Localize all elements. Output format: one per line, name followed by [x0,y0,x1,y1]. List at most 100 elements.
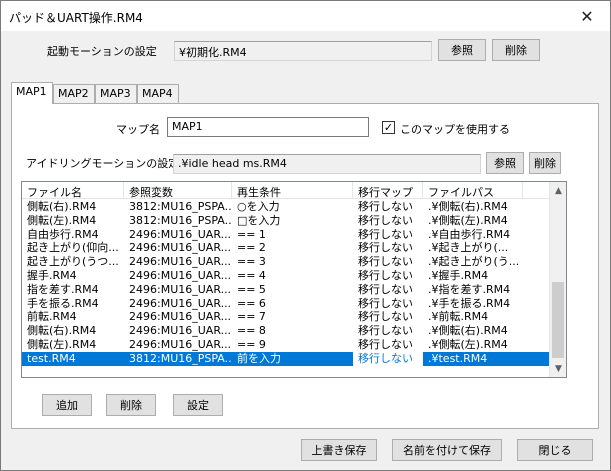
cell-filename: 指を差す.RM4 [27,282,99,296]
list-rows: 側転(右).RM4 3812:MU16_PSPA... ○を入力 移行しない .¥側転(… [22,200,549,366]
window-title: パッド＆UART操作.RM4 [9,11,143,25]
cell-target-map: 移行しない [358,337,413,351]
column-header-filename[interactable]: ファイル名 [22,182,124,199]
cell-filename: 側転(右).RM4 [27,324,97,338]
tab-map4[interactable]: MAP4 [137,84,179,103]
use-map-checkbox[interactable]: ✓ [382,121,395,134]
cell-filepath: .¥側転(右).RM4 [428,324,508,338]
chevron-up-icon: ▲ [555,185,562,196]
cell-variable: 2496:MU16_UAR... [129,282,232,296]
table-row[interactable]: 側転(右).RM4 2496:MU16_UAR... == 8 移行しない .¥側転(右… [22,324,549,338]
table-row[interactable]: 起き上がり(仰向... 2496:MU16_UAR... == 2 移行しない .¥起き… [22,241,549,255]
motion-list[interactable]: ファイル名 参照変数 再生条件 移行マップ ファイルパス 側転(右).RM4 38… [21,181,567,378]
settings-button[interactable]: 設定 [173,394,223,416]
cell-filepath: .¥側転(左).RM4 [428,213,508,227]
cell-filename: 握手.RM4 [27,268,77,282]
cell-target-map: 移行しない [358,227,413,241]
cell-variable: 2496:MU16_UAR... [129,324,232,338]
table-row[interactable]: 手を振る.RM4 2496:MU16_UAR... == 6 移行しない .¥手を振る.… [22,297,549,311]
tab-map3[interactable]: MAP3 [95,84,137,103]
cell-variable: 2496:MU16_UAR... [129,255,232,269]
cell-target-map: 移行しない [358,255,413,269]
cell-filepath: .¥指を差す.RM4 [428,282,511,296]
cell-condition: == 1 [237,227,266,241]
table-row[interactable]: 前転.RM4 2496:MU16_UAR... == 7 移行しない .¥前転.RM4 [22,310,549,324]
cell-condition: == 5 [237,282,266,296]
save-as-button[interactable]: 名前を付けて保存 [392,439,502,461]
column-header-variable[interactable]: 参照変数 [124,182,232,199]
cell-filename: 手を振る.RM4 [27,296,99,310]
idling-browse-button[interactable]: 参照 [486,152,524,174]
cell-target-map: 移行しない [353,351,423,366]
cell-filepath: .¥起き上がり(... [428,241,509,255]
cell-variable: 3812:MU16_PSPA... [129,200,232,213]
cell-filepath: .¥起き上がり(う... [428,255,520,269]
cell-variable: 2496:MU16_UAR... [129,227,232,241]
cell-variable: 2496:MU16_UAR... [129,296,232,310]
table-row[interactable]: 側転(左).RM4 3812:MU16_PSPA... □を入力 移行しない .¥側転(… [22,214,549,228]
cell-variable: 3812:MU16_PSPA... [129,213,232,227]
cell-filename: 側転(左).RM4 [27,213,97,227]
dialog-window: パッド＆UART操作.RM4 ✕ 起動モーションの設定 ¥初期化.RM4 参照 … [0,0,611,471]
tab-map1[interactable]: MAP1 [11,82,53,104]
cell-condition: == 7 [237,310,266,324]
idling-motion-label: アイドリングモーションの設定 [26,157,180,170]
cell-filename: 自由歩行.RM4 [27,227,99,241]
cell-variable: 2496:MU16_UAR... [129,268,232,282]
cell-variable: 2496:MU16_UAR... [129,241,232,255]
cell-filename: 側転(左).RM4 [27,337,97,351]
chevron-down-icon: ▼ [555,363,562,374]
table-row[interactable]: 側転(右).RM4 3812:MU16_PSPA... ○を入力 移行しない .¥側転(… [22,200,549,214]
cell-condition: == 9 [237,337,266,351]
cell-filepath: .¥握手.RM4 [428,268,489,282]
list-header: ファイル名 参照変数 再生条件 移行マップ ファイルパス [22,182,549,199]
startup-motion-field: ¥初期化.RM4 [174,41,432,61]
startup-motion-label: 起動モーションの設定 [47,45,157,58]
tab-map2[interactable]: MAP2 [53,84,95,103]
table-row-selected[interactable]: test.RM4 3812:MU16_PSPA... 前を入力 移行しない .¥test… [22,351,549,366]
close-window-button[interactable]: ✕ [564,1,610,31]
idling-motion-field: .¥idle head ms.RM4 [173,154,481,174]
scrollbar-thumb[interactable] [552,282,564,358]
cell-filepath: .¥自由歩行.RM4 [428,227,511,241]
cell-condition: == 8 [237,324,266,338]
column-header-condition[interactable]: 再生条件 [232,182,353,199]
cell-filename: 前転.RM4 [27,310,77,324]
delete-button[interactable]: 削除 [106,394,156,416]
table-row[interactable]: 側転(左).RM4 2496:MU16_UAR... == 9 移行しない .¥側転(左… [22,338,549,352]
startup-browse-button[interactable]: 参照 [438,39,486,61]
table-row[interactable]: 指を差す.RM4 2496:MU16_UAR... == 5 移行しない .¥指を差す.… [22,283,549,297]
cell-target-map: 移行しない [358,310,413,324]
table-row[interactable]: 起き上がり(うつ... 2496:MU16_UAR... == 3 移行しない .¥起き… [22,255,549,269]
idling-delete-button[interactable]: 削除 [529,152,561,174]
list-vertical-scrollbar[interactable]: ▲ ▼ [549,182,566,377]
cell-condition: == 6 [237,296,266,310]
cell-target-map: 移行しない [358,241,413,255]
cell-condition: == 3 [237,255,266,269]
table-row[interactable]: 握手.RM4 2496:MU16_UAR... == 4 移行しない .¥握手.RM4 [22,269,549,283]
cell-target-map: 移行しない [358,324,413,338]
overwrite-save-button[interactable]: 上書き保存 [301,439,377,461]
scroll-up-button[interactable]: ▲ [550,182,566,199]
table-row[interactable]: 自由歩行.RM4 2496:MU16_UAR... == 1 移行しない .¥自由歩行.… [22,228,549,242]
cell-condition: 前を入力 [237,351,281,365]
add-button[interactable]: 追加 [42,394,92,416]
cell-filename: test.RM4 [27,351,76,365]
cell-condition: == 4 [237,268,266,282]
checkmark-icon: ✓ [383,121,394,134]
column-header-target-map[interactable]: 移行マップ [353,182,423,199]
close-button[interactable]: 閉じる [517,439,593,461]
cell-filename: 起き上がり(うつ... [27,255,119,269]
title-bar: パッド＆UART操作.RM4 ✕ [1,1,610,31]
cell-target-map: 移行しない [358,268,413,282]
cell-filename: 起き上がり(仰向... [27,241,119,255]
map-name-input[interactable]: MAP1 [167,117,369,137]
cell-variable: 3812:MU16_PSPA... [129,351,232,365]
cell-condition: == 2 [237,241,266,255]
cell-filepath: .¥手を振る.RM4 [428,296,511,310]
cell-filepath: .¥側転(左).RM4 [428,337,508,351]
scroll-down-button[interactable]: ▼ [550,360,566,377]
column-header-filepath[interactable]: ファイルパス [423,182,523,199]
cell-target-map: 移行しない [358,282,413,296]
startup-delete-button[interactable]: 削除 [492,39,540,61]
